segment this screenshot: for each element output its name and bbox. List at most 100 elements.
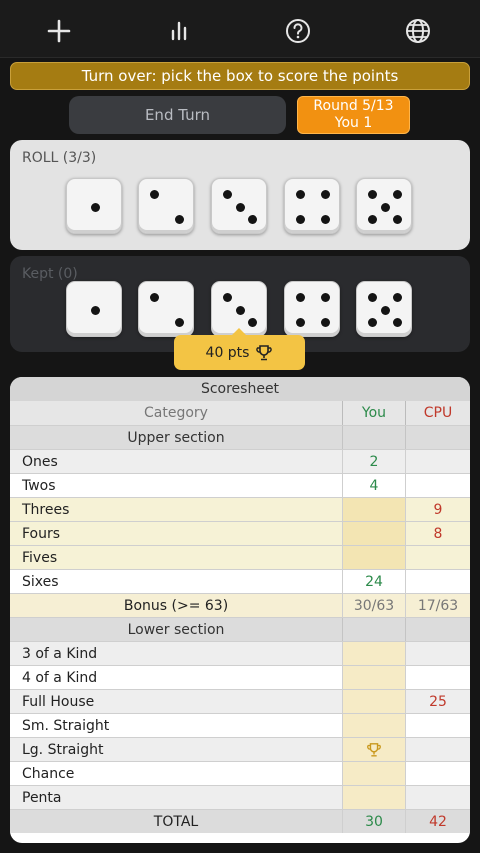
roll-die-2[interactable] <box>138 178 194 234</box>
score-row-fives[interactable]: Fives <box>10 545 470 569</box>
you-score-cell[interactable] <box>343 546 406 569</box>
kept-die-2[interactable] <box>138 281 194 337</box>
roll-die-4[interactable] <box>284 178 340 234</box>
die-pip <box>320 214 330 224</box>
roll-die-1[interactable] <box>66 178 122 234</box>
die-pip <box>368 317 378 327</box>
you-score-cell[interactable] <box>343 786 406 809</box>
cpu-score-cell <box>406 714 470 737</box>
total-cpu: 42 <box>429 814 447 830</box>
die-pip <box>174 214 184 224</box>
round-label: Round 5/13 <box>313 98 394 114</box>
cpu-score-cell <box>406 738 470 761</box>
bar-chart-icon[interactable] <box>162 14 196 48</box>
turn-over-banner: Turn over: pick the box to score the poi… <box>10 62 470 90</box>
cpu-score-cell <box>406 642 470 665</box>
category-label: Fives <box>10 546 343 569</box>
total-row: TOTAL 30 42 <box>10 809 470 833</box>
cpu-score-cell: 25 <box>429 694 447 710</box>
you-score-cell[interactable] <box>343 738 406 761</box>
cpu-score-cell: 8 <box>433 526 443 542</box>
cpu-score-cell <box>406 450 470 473</box>
score-row-chance[interactable]: Chance <box>10 761 470 785</box>
die-pip <box>296 317 306 327</box>
you-header: You <box>343 401 406 425</box>
score-row-3-of-a-kind[interactable]: 3 of a Kind <box>10 641 470 665</box>
you-score-cell[interactable] <box>343 666 406 689</box>
die-pip <box>320 317 330 327</box>
category-label: 4 of a Kind <box>10 666 343 689</box>
die-pip <box>90 305 100 315</box>
upper-section-title: Upper section <box>10 426 343 449</box>
scoresheet-header: Category You CPU <box>10 401 470 425</box>
die-pip <box>90 202 100 212</box>
cpu-score-cell <box>406 474 470 497</box>
you-score-cell[interactable] <box>343 762 406 785</box>
score-row-threes[interactable]: Threes 9 <box>10 497 470 521</box>
kept-label: Kept (0) <box>22 266 78 282</box>
help-icon[interactable] <box>281 14 315 48</box>
score-row-full-house[interactable]: Full House 25 <box>10 689 470 713</box>
you-score-cell: 24 <box>343 570 406 593</box>
category-label: 3 of a Kind <box>10 642 343 665</box>
kept-die-1[interactable] <box>66 281 122 337</box>
die-pip <box>380 305 390 315</box>
roll-die-5[interactable] <box>356 178 412 234</box>
plus-icon[interactable] <box>42 14 76 48</box>
category-label: Full House <box>10 690 343 713</box>
you-score-cell[interactable] <box>343 498 406 521</box>
end-turn-button[interactable]: End Turn <box>69 96 286 134</box>
die-pip <box>380 202 390 212</box>
trophy-icon <box>256 344 273 360</box>
kept-die-5[interactable] <box>356 281 412 337</box>
die-pip <box>368 293 378 303</box>
die-pip <box>320 293 330 303</box>
die-pip <box>368 190 378 200</box>
die-pip <box>174 317 184 327</box>
die-pip <box>392 190 402 200</box>
you-score-cell[interactable] <box>343 690 406 713</box>
die-pip <box>296 214 306 224</box>
player-label: You 1 <box>334 115 373 131</box>
you-score-cell[interactable] <box>343 642 406 665</box>
category-label: Fours <box>10 522 343 545</box>
die-pip <box>247 317 257 327</box>
score-row-fours[interactable]: Fours 8 <box>10 521 470 545</box>
roll-die-3[interactable] <box>211 178 267 234</box>
die-pip <box>392 293 402 303</box>
cpu-score-cell <box>406 666 470 689</box>
score-row-4-of-a-kind[interactable]: 4 of a Kind <box>10 665 470 689</box>
die-pip <box>247 214 257 224</box>
total-label: TOTAL <box>10 810 343 833</box>
die-pip <box>223 293 233 303</box>
top-toolbar <box>0 0 480 58</box>
category-label: Twos <box>10 474 343 497</box>
category-label: Chance <box>10 762 343 785</box>
die-pip <box>150 293 160 303</box>
category-label: Sixes <box>10 570 343 593</box>
points-value: 40 pts <box>205 344 250 361</box>
cpu-header: CPU <box>423 405 453 421</box>
die-pip <box>392 317 402 327</box>
kept-die-4[interactable] <box>284 281 340 337</box>
globe-icon[interactable] <box>401 14 435 48</box>
category-label: Ones <box>10 450 343 473</box>
category-header: Category <box>10 401 343 425</box>
cpu-score-cell: 9 <box>433 502 443 518</box>
score-row-penta[interactable]: Penta <box>10 785 470 809</box>
bonus-label: Bonus (>= 63) <box>10 594 343 617</box>
die-pip <box>296 293 306 303</box>
you-score-cell[interactable] <box>343 714 406 737</box>
score-row-sm-straight[interactable]: Sm. Straight <box>10 713 470 737</box>
bonus-you: 30/63 <box>343 594 406 617</box>
score-row-lg-straight[interactable]: Lg. Straight <box>10 737 470 761</box>
roll-panel: ROLL (3/3) <box>10 140 470 250</box>
trophy-icon <box>367 743 381 757</box>
die-pip <box>392 214 402 224</box>
die-pip <box>235 305 245 315</box>
die-pip <box>320 190 330 200</box>
points-popup: 40 pts <box>174 328 305 370</box>
you-score-cell: 4 <box>343 474 406 497</box>
cpu-score-cell <box>406 546 470 569</box>
you-score-cell[interactable] <box>343 522 406 545</box>
